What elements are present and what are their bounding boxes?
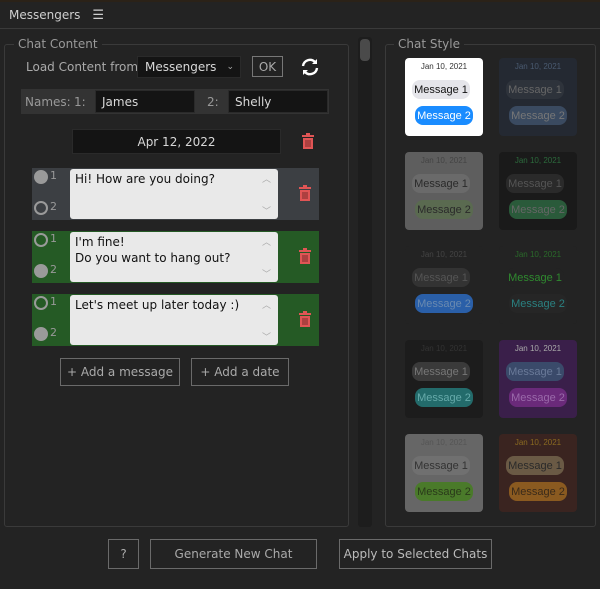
style-date: Jan 10, 2021 [420, 250, 468, 259]
ok-button[interactable]: OK [252, 56, 283, 77]
apply-to-selected-chats-button[interactable]: Apply to Selected Chats [339, 539, 492, 569]
names-label: Names: [25, 95, 71, 109]
style-message-1: Message 1 [412, 174, 470, 193]
scrollbar[interactable] [358, 37, 372, 527]
chat-style-option[interactable]: Jan 10, 2021 Message 1 Message 2 [405, 340, 483, 418]
style-message-1: Message 1 [412, 362, 470, 381]
message-row: 1 2 Hi! How are you doing? ︿ ﹀ [32, 168, 319, 220]
title-bar: Messengers ☰ [0, 2, 600, 29]
style-date: Jan 10, 2021 [420, 438, 468, 447]
style-message-1: Message 1 [412, 456, 470, 475]
chat-style-option[interactable]: Jan 10, 2021 Message 1 Message 2 [499, 434, 577, 512]
message-row: 1 2 I'm fine! Do you want to hang out? ︿… [32, 231, 319, 283]
sender1-radio[interactable] [34, 296, 48, 310]
scroll-down-icon[interactable]: ﹀ [262, 267, 314, 280]
sender2-radio[interactable] [34, 201, 48, 215]
name2-label: 2: [207, 95, 219, 109]
style-date: Jan 10, 2021 [514, 344, 562, 353]
scroll-down-icon[interactable]: ﹀ [262, 330, 314, 343]
chat-style-option[interactable]: Jan 10, 2021 Message 1 Message 2 [499, 58, 577, 136]
load-content-label: Load Content from: [26, 60, 143, 74]
style-message-2: Message 2 [509, 294, 567, 313]
style-message-1: Message 1 [506, 456, 564, 475]
hamburger-menu-icon[interactable]: ☰ [92, 8, 104, 23]
scroll-down-icon[interactable]: ﹀ [262, 204, 314, 217]
style-message-1: Message 1 [506, 362, 564, 381]
sender1-label: 1 [50, 169, 57, 182]
style-message-2: Message 2 [509, 388, 567, 407]
style-date: Jan 10, 2021 [420, 62, 468, 71]
style-message-1: Message 1 [412, 80, 470, 99]
style-message-2: Message 2 [415, 482, 473, 501]
name1-input[interactable]: James [95, 90, 195, 113]
sender2-label: 2 [50, 326, 57, 339]
add-date-button[interactable]: + Add a date [191, 358, 289, 386]
message-textarea[interactable]: Hi! How are you doing? [70, 169, 278, 219]
delete-message-trash-icon[interactable] [299, 185, 311, 201]
sender2-radio[interactable] [34, 327, 48, 341]
chat-style-option[interactable]: Jan 10, 2021 Message 1 Message 2 [405, 152, 483, 230]
style-message-1: Message 1 [412, 268, 470, 287]
style-message-1: Message 1 [506, 268, 564, 287]
style-date: Jan 10, 2021 [514, 438, 562, 447]
style-message-2: Message 2 [509, 482, 567, 501]
chat-content-panel: Chat Content [4, 37, 349, 527]
sender2-label: 2 [50, 200, 57, 213]
name1-label: 1: [74, 95, 86, 109]
style-message-2: Message 2 [415, 388, 473, 407]
style-message-2: Message 2 [415, 200, 473, 219]
scrollbar-thumb[interactable] [360, 39, 370, 61]
date-input[interactable]: Apr 12, 2022 [72, 129, 281, 154]
panel-title: Messengers [9, 8, 81, 22]
name2-input[interactable]: Shelly [228, 90, 328, 113]
sender1-radio[interactable] [34, 233, 48, 247]
message-row: 1 2 Let's meet up later today :) ︿ ﹀ [32, 294, 319, 346]
dropdown-value: Messengers [145, 60, 217, 74]
sender1-label: 1 [50, 232, 57, 245]
add-message-button[interactable]: + Add a message [60, 358, 180, 386]
chat-style-option[interactable]: Jan 10, 2021 Message 1 Message 2 [405, 58, 483, 136]
style-date: Jan 10, 2021 [420, 344, 468, 353]
style-date: Jan 10, 2021 [514, 156, 562, 165]
sender2-radio[interactable] [34, 264, 48, 278]
delete-message-trash-icon[interactable] [299, 248, 311, 264]
style-date: Jan 10, 2021 [514, 62, 562, 71]
chat-style-option[interactable]: Jan 10, 2021 Message 1 Message 2 [405, 434, 483, 512]
chat-style-legend: Chat Style [394, 37, 464, 51]
style-date: Jan 10, 2021 [420, 156, 468, 165]
style-message-1: Message 1 [506, 174, 564, 193]
chat-content-legend: Chat Content [14, 37, 102, 51]
style-date: Jan 10, 2021 [514, 250, 562, 259]
refresh-icon[interactable] [300, 57, 320, 77]
scroll-up-icon[interactable]: ︿ [262, 172, 314, 185]
load-content-dropdown[interactable]: Messengers ⌄ [137, 56, 241, 78]
sender1-radio[interactable] [34, 170, 48, 184]
style-message-2: Message 2 [509, 200, 567, 219]
scroll-up-icon[interactable]: ︿ [262, 235, 314, 248]
chat-style-option[interactable]: Jan 10, 2021 Message 1 Message 2 [499, 152, 577, 230]
style-message-1: Message 1 [506, 80, 564, 99]
chat-style-option[interactable]: Jan 10, 2021 Message 1 Message 2 [499, 340, 577, 418]
style-message-2: Message 2 [509, 106, 567, 125]
sender1-label: 1 [50, 295, 57, 308]
scroll-up-icon[interactable]: ︿ [262, 298, 314, 311]
message-textarea[interactable]: I'm fine! Do you want to hang out? [70, 232, 278, 282]
generate-new-chat-button[interactable]: Generate New Chat [150, 539, 317, 569]
delete-message-trash-icon[interactable] [299, 311, 311, 327]
chevron-down-icon: ⌄ [226, 62, 234, 72]
sender2-label: 2 [50, 263, 57, 276]
help-button[interactable]: ? [108, 539, 139, 569]
message-textarea[interactable]: Let's meet up later today :) [70, 295, 278, 345]
style-message-2: Message 2 [415, 294, 473, 313]
chat-style-option[interactable]: Jan 10, 2021 Message 1 Message 2 [499, 246, 577, 324]
chat-style-option[interactable]: Jan 10, 2021 Message 1 Message 2 [405, 246, 483, 324]
style-message-2: Message 2 [415, 106, 473, 125]
delete-date-trash-icon[interactable] [302, 133, 314, 149]
